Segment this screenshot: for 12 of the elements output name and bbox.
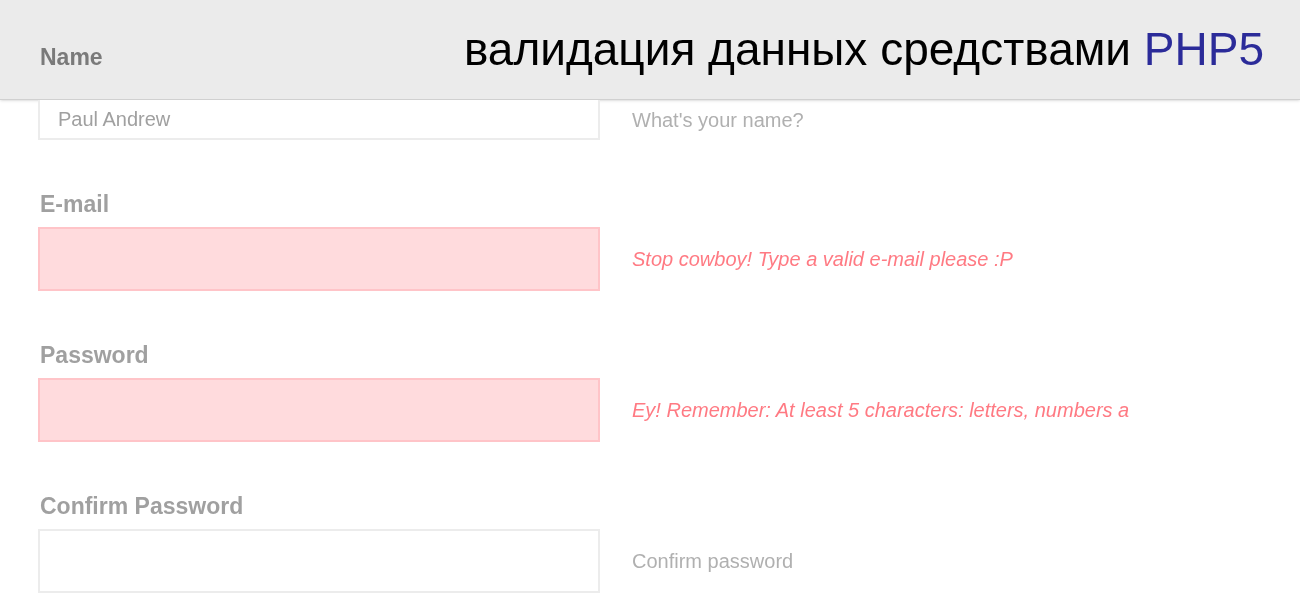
input-field[interactable]: Paul Andrew bbox=[38, 100, 600, 140]
field-label: E-mail bbox=[40, 190, 111, 219]
banner-title: валидация данных средствами PHP5 bbox=[463, 22, 1264, 77]
field-label: Name bbox=[40, 43, 103, 72]
hint-text: Confirm password bbox=[632, 549, 794, 574]
field-label: Password bbox=[40, 341, 150, 370]
hint-text: What's your name? bbox=[632, 108, 804, 133]
hint-text: Ey! Remember: At least 5 characters: letters, numbers a bbox=[632, 398, 1130, 423]
field-label: Confirm Password bbox=[40, 492, 245, 521]
input-field[interactable] bbox=[38, 227, 600, 291]
hint-text: Stop cowboy! Type a valid e-mail please :P bbox=[632, 247, 1013, 272]
input-field[interactable] bbox=[38, 378, 600, 442]
